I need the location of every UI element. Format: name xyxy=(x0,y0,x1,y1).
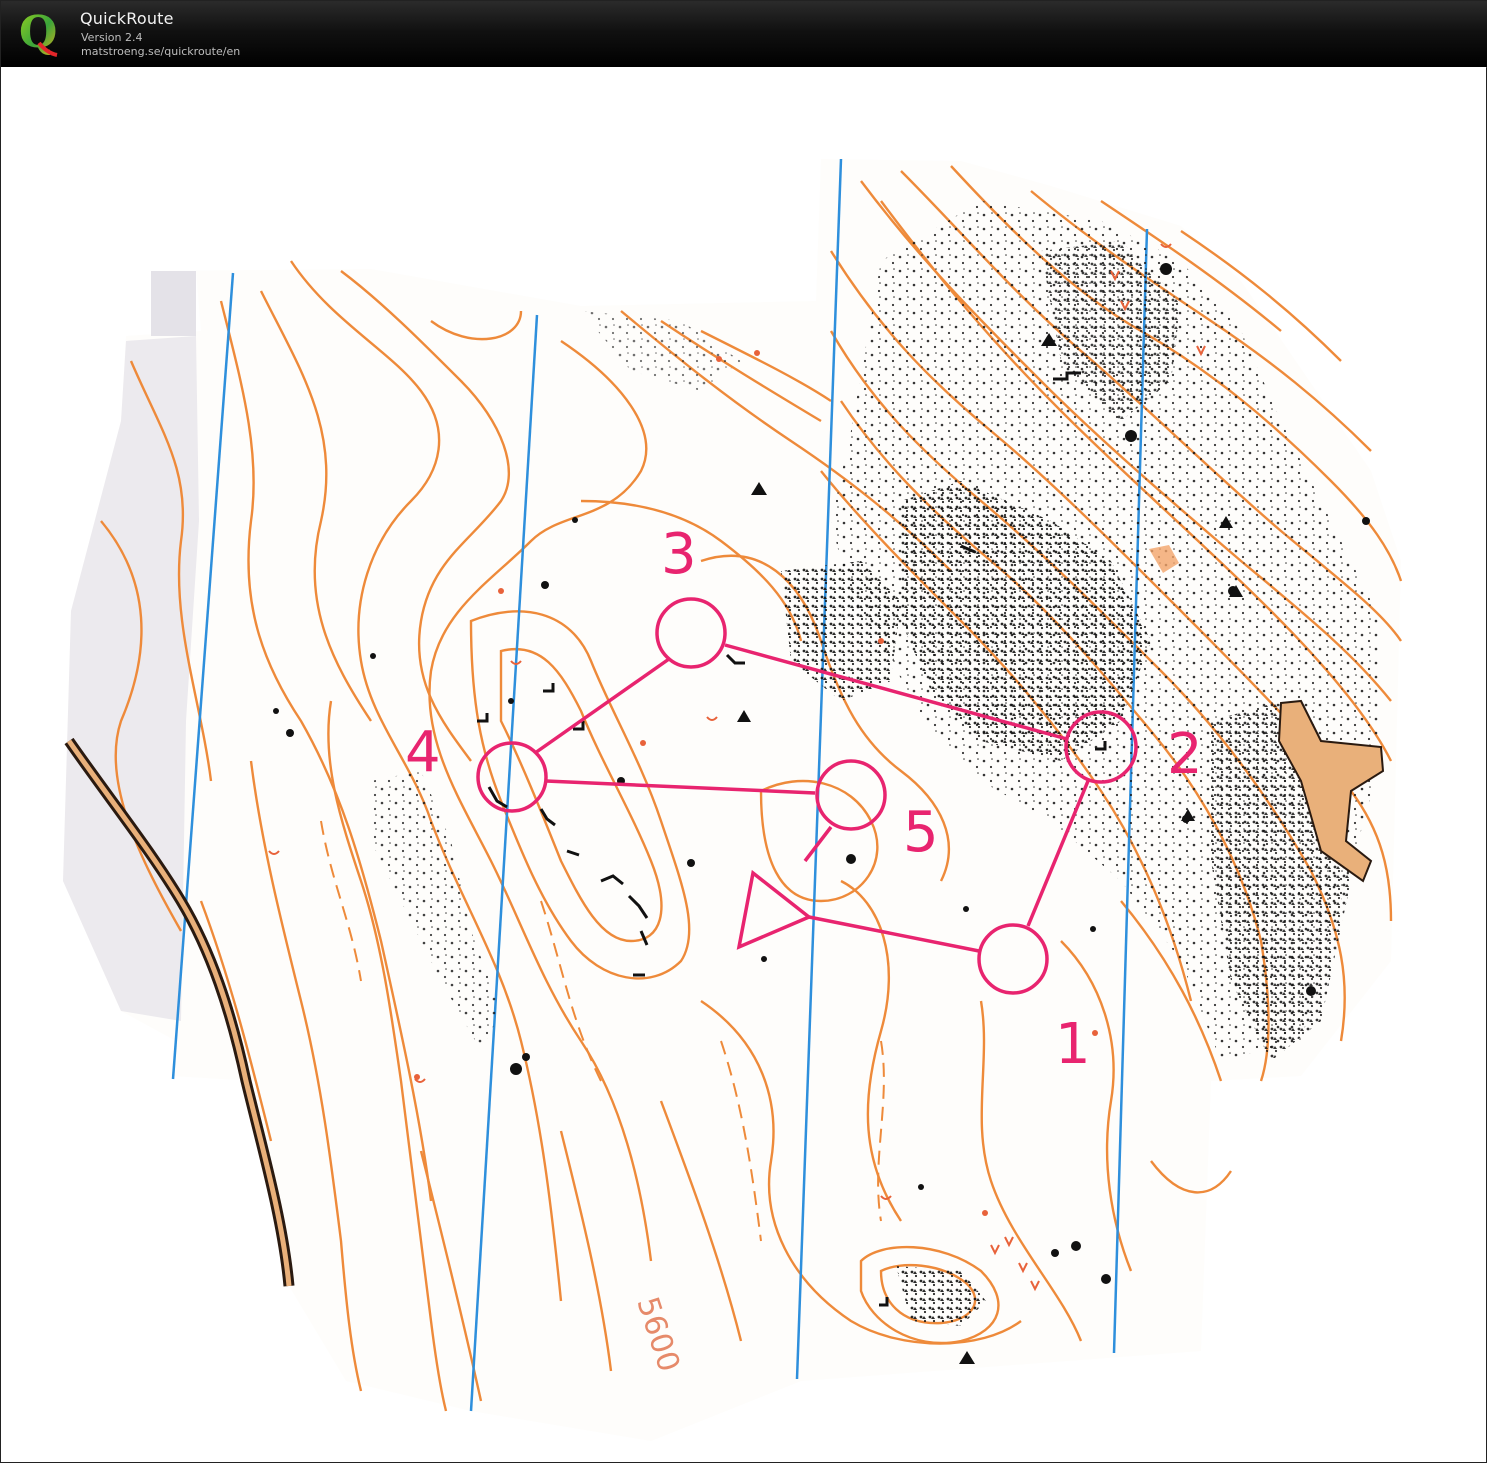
title-bar: Q QuickRoute Version 2.4 matstroeng.se/q… xyxy=(1,1,1487,68)
logo-letter: Q xyxy=(19,9,57,57)
quickroute-logo-icon: Q xyxy=(19,9,58,57)
app-version: Version 2.4 xyxy=(81,31,143,44)
control-number-3: 3 xyxy=(661,522,697,587)
map-canvas[interactable]: 5600 1 2 3 4 5 xyxy=(1,67,1486,1462)
quickroute-window: Q QuickRoute Version 2.4 matstroeng.se/q… xyxy=(0,0,1487,1463)
control-number-4: 4 xyxy=(405,720,441,785)
orienteering-map: 5600 1 2 3 4 5 xyxy=(63,158,1403,1441)
control-number-2: 2 xyxy=(1167,722,1203,787)
app-title: QuickRoute xyxy=(80,9,174,28)
app-website-link[interactable]: matstroeng.se/quickroute/en xyxy=(81,45,240,58)
control-number-1: 1 xyxy=(1055,1012,1091,1077)
control-number-5: 5 xyxy=(903,800,939,865)
